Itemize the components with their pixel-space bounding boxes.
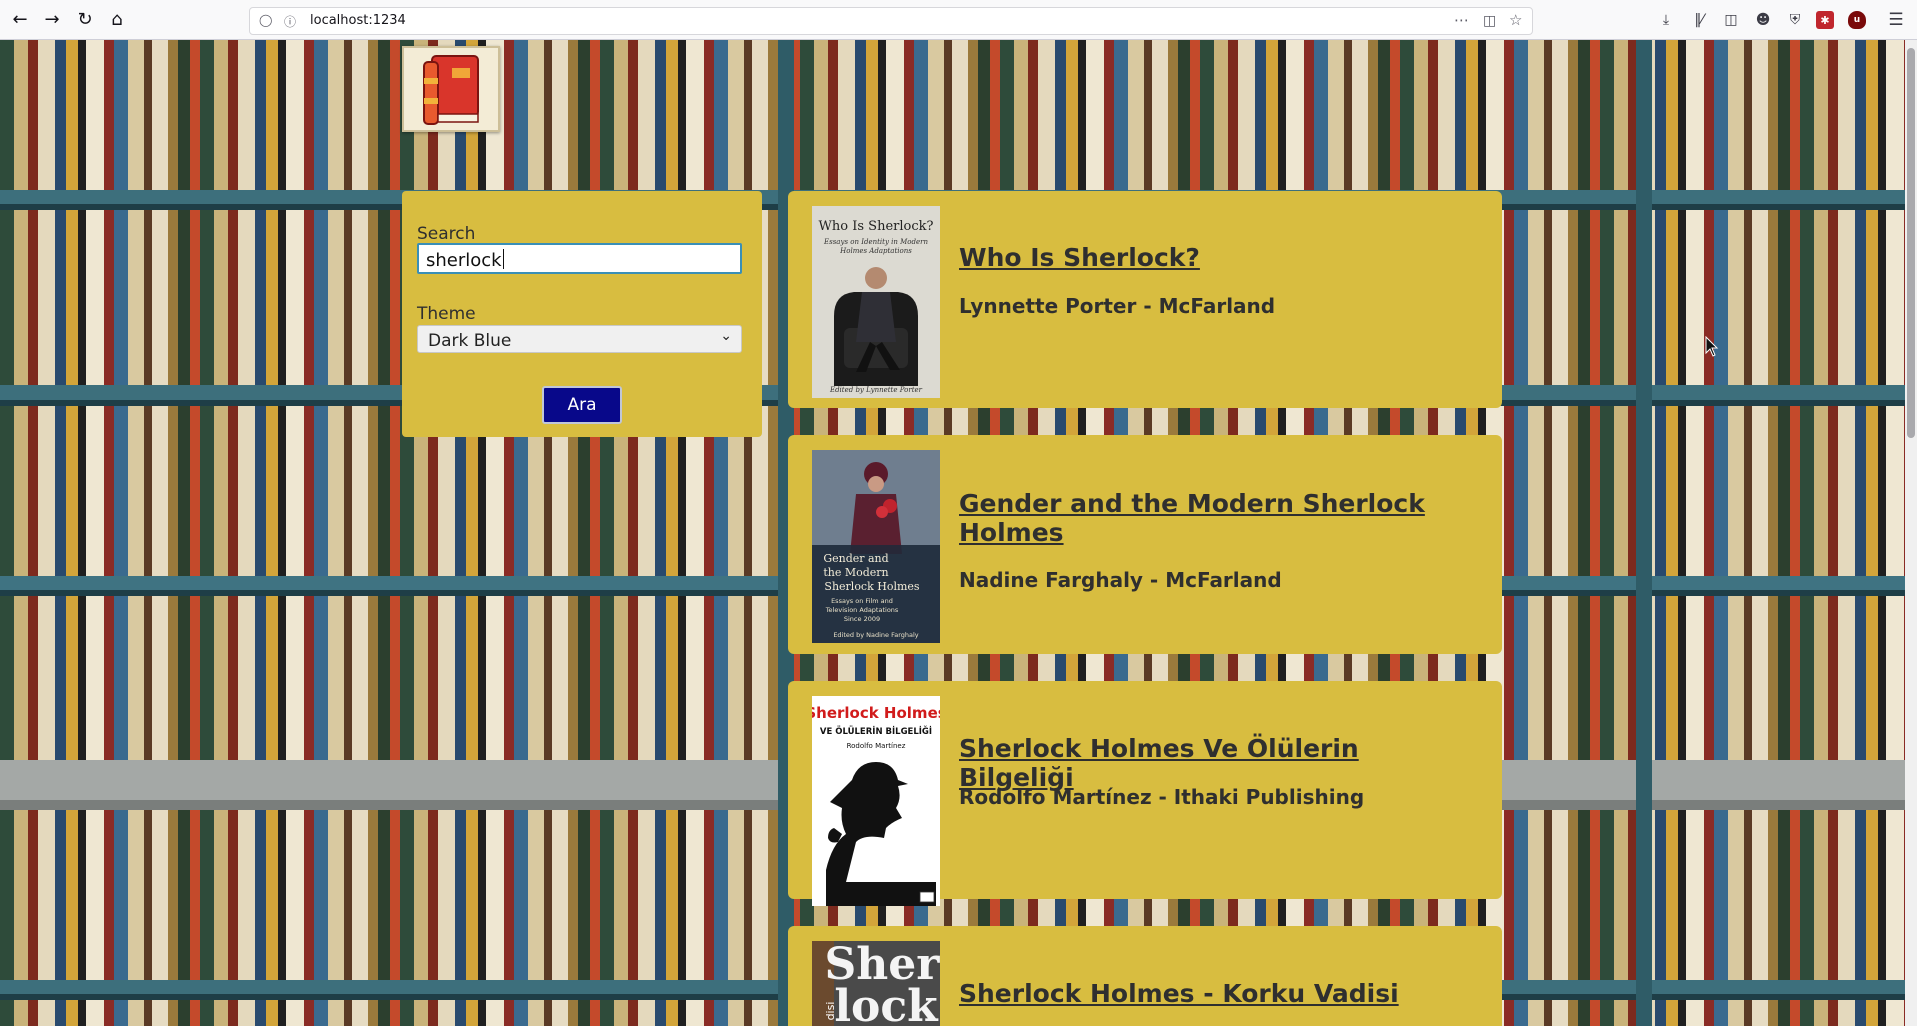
result-card: Who Is Sherlock? Essays on Identity in M… [788, 191, 1502, 408]
browser-toolbar: ← → ↻ ⌂ ◯ ⓘ localhost:1234 ⋯ ◫ ☆ ⤓ ‖⁄ ◫ … [0, 0, 1917, 40]
book-author-publisher: Nadine Farghaly - McFarland [959, 568, 1282, 592]
svg-text:the Modern: the Modern [823, 566, 888, 579]
extension-icon[interactable]: ✱ [1816, 11, 1834, 29]
shield-icon[interactable]: ◯ [259, 13, 272, 27]
account-icon[interactable]: ☻ [1752, 9, 1774, 31]
svg-text:Gender and: Gender and [823, 552, 888, 565]
svg-text:VE ÖLÜLERİN BİLGELİĞİ: VE ÖLÜLERİN BİLGELİĞİ [820, 725, 932, 737]
result-card: Sher lock disi Sherlock Holmes - Korku V… [788, 926, 1502, 1026]
book-title-link[interactable]: Who Is Sherlock? [959, 243, 1479, 272]
svg-text:lock: lock [834, 981, 939, 1026]
book-title-link[interactable]: Gender and the Modern Sherlock Holmes [959, 489, 1479, 547]
pocket-icon[interactable]: ◫ [1483, 13, 1496, 29]
book-cover[interactable]: Gender and the Modern Sherlock Holmes Es… [812, 450, 940, 643]
book-logo[interactable] [402, 46, 500, 132]
book-cover[interactable]: Who Is Sherlock? Essays on Identity in M… [812, 206, 940, 398]
svg-text:Holmes Adaptations: Holmes Adaptations [839, 247, 912, 255]
theme-label: Theme [417, 304, 476, 324]
home-icon[interactable]: ⌂ [105, 8, 129, 32]
svg-text:Edited by Lynnette Porter: Edited by Lynnette Porter [829, 386, 923, 394]
url-bar[interactable]: ◯ ⓘ localhost:1234 ⋯ ◫ ☆ [249, 7, 1533, 35]
library-icon[interactable]: ‖⁄ [1688, 9, 1710, 31]
svg-text:disi: disi [824, 1002, 837, 1021]
sidebar-icon[interactable]: ◫ [1720, 9, 1742, 31]
back-icon[interactable]: ← [8, 8, 32, 32]
svg-text:Who Is Sherlock?: Who Is Sherlock? [819, 219, 934, 234]
downloads-icon[interactable]: ⤓ [1655, 9, 1677, 31]
page-actions-icon[interactable]: ⋯ [1454, 11, 1469, 29]
book-author-publisher: Rodolfo Martínez - Ithaki Publishing [959, 785, 1365, 809]
page-scrollbar[interactable] [1905, 40, 1917, 1026]
svg-text:Television Adaptations: Television Adaptations [825, 606, 899, 614]
theme-selected-value: Dark Blue [428, 331, 512, 351]
ublock-icon[interactable]: u [1848, 11, 1866, 29]
svg-text:Edited by Nadine Farghaly: Edited by Nadine Farghaly [833, 631, 918, 639]
book-cover[interactable]: Sherlock Holmes VE ÖLÜLERİN BİLGELİĞİ Ro… [812, 696, 940, 906]
theme-select[interactable]: Dark Blue ⌄ [417, 325, 742, 353]
book-icon [423, 55, 479, 125]
search-button[interactable]: Ara [542, 386, 622, 424]
svg-text:Rodolfo Martínez: Rodolfo Martínez [847, 742, 906, 750]
svg-text:Sherlock Holmes: Sherlock Holmes [824, 580, 920, 593]
book-title-link[interactable]: Sherlock Holmes Ve Ölülerin Bilgeliği [959, 734, 1479, 792]
reload-icon[interactable]: ↻ [73, 8, 97, 32]
extension-shield-icon[interactable]: ⛨ [1784, 9, 1806, 31]
result-card: Gender and the Modern Sherlock Holmes Es… [788, 435, 1502, 654]
mouse-pointer-icon [1705, 336, 1719, 357]
result-card: Sherlock Holmes VE ÖLÜLERİN BİLGELİĞİ Ro… [788, 681, 1502, 906]
svg-text:Essays on Film and: Essays on Film and [831, 597, 893, 605]
bookmark-star-icon[interactable]: ☆ [1509, 11, 1522, 29]
svg-text:Sherlock Holmes: Sherlock Holmes [812, 704, 940, 722]
info-icon[interactable]: ⓘ [284, 13, 296, 30]
book-author-publisher: Lynnette Porter - McFarland [959, 294, 1276, 318]
url-text[interactable]: localhost:1234 [310, 13, 406, 28]
svg-text:Essays on Identity in Modern: Essays on Identity in Modern [823, 238, 928, 246]
search-panel: Search sherlock Theme Dark Blue ⌄ Ara [402, 191, 762, 437]
forward-icon[interactable]: → [40, 8, 64, 32]
search-input[interactable]: sherlock [417, 243, 742, 274]
scrollbar-thumb[interactable] [1907, 48, 1915, 438]
search-label: Search [417, 224, 476, 244]
menu-icon[interactable]: ☰ [1885, 9, 1907, 31]
svg-text:Since 2009: Since 2009 [844, 615, 880, 623]
book-cover[interactable]: Sher lock disi [812, 941, 940, 1026]
book-title-link[interactable]: Sherlock Holmes - Korku Vadisi [959, 979, 1479, 1008]
chevron-down-icon: ⌄ [720, 328, 732, 344]
